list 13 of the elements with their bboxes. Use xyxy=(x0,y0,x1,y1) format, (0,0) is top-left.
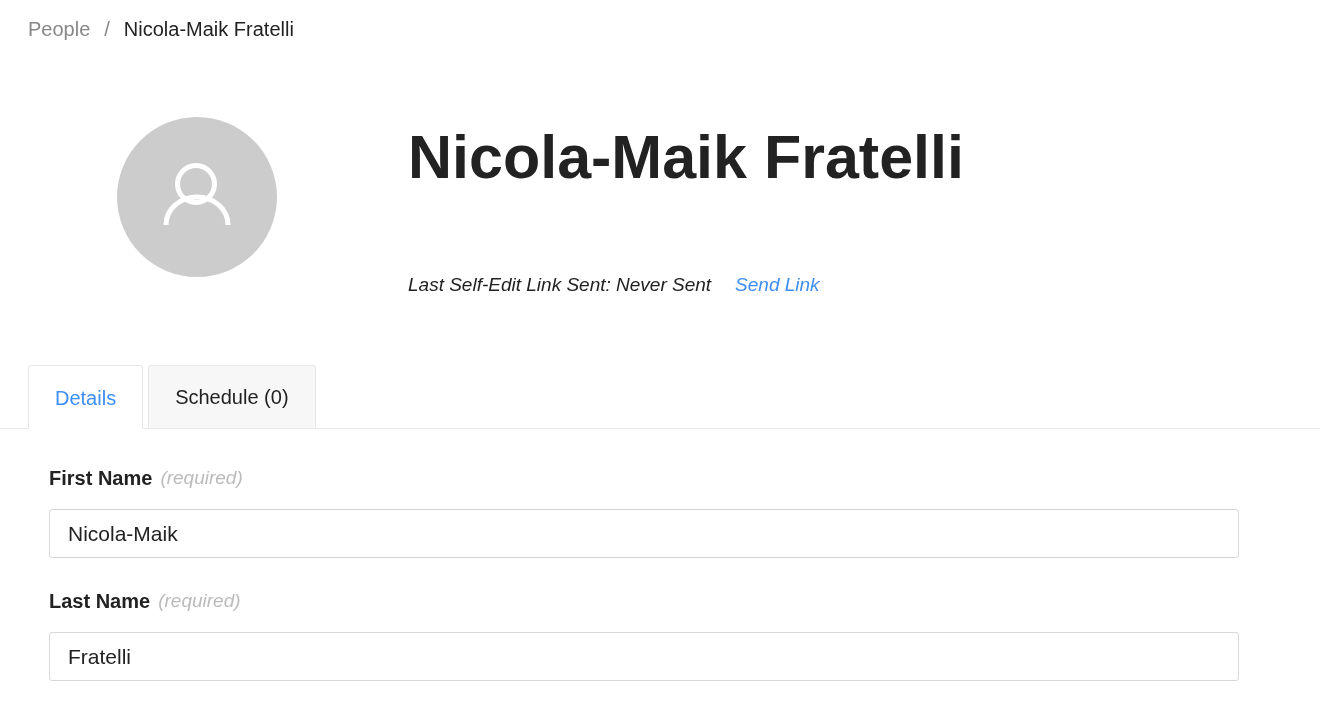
self-edit-status: Last Self-Edit Link Sent: Never Sent xyxy=(408,273,712,297)
required-hint: (required) xyxy=(158,588,241,613)
profile-name: Nicola-Maik Fratelli xyxy=(408,122,964,192)
tab[interactable]: Schedule (0) xyxy=(148,365,316,428)
required-hint: (required) xyxy=(160,465,243,490)
user-avatar-icon xyxy=(117,117,277,277)
field-label: First Name xyxy=(49,466,153,491)
field-label: Last Name xyxy=(49,589,151,614)
breadcrumb-current: Nicola-Maik Fratelli xyxy=(123,17,294,42)
breadcrumb-separator: / xyxy=(104,17,110,42)
breadcrumb-link[interactable]: People xyxy=(28,14,91,44)
text-field[interactable]: Fratelli xyxy=(49,632,1239,681)
text-field[interactable]: Nicola-Maik xyxy=(49,509,1239,558)
